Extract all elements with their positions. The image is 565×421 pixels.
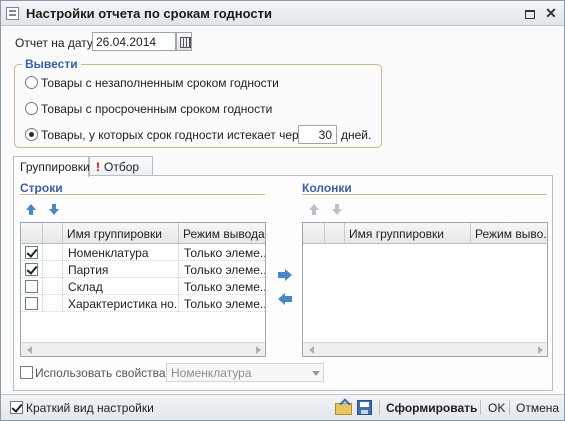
- close-button[interactable]: ✕: [542, 4, 560, 22]
- move-up-icon[interactable]: [308, 204, 320, 216]
- move-right-icon[interactable]: [278, 269, 292, 281]
- warning-icon: !: [96, 160, 100, 174]
- row-group-name: Характеристика но...: [63, 295, 179, 312]
- properties-select-value: Номенклатура: [171, 366, 252, 380]
- radio-no-expiry-label[interactable]: Товары с незаполненным сроком годности: [41, 76, 279, 90]
- properties-select[interactable]: Номенклатура: [166, 363, 324, 382]
- generate-button[interactable]: Сформировать: [386, 401, 477, 415]
- header-check-column: [303, 223, 325, 244]
- tab-groupings-label: Группировки: [20, 160, 90, 174]
- report-date-input[interactable]: 26.04.2014: [92, 32, 176, 51]
- radio-expired[interactable]: [25, 102, 38, 115]
- short-view-checkbox[interactable]: [10, 401, 23, 414]
- toolbar-separator: [509, 400, 510, 415]
- chevron-down-icon: [312, 371, 320, 376]
- move-left-icon[interactable]: [278, 293, 292, 305]
- days-unit-label: дней.: [341, 128, 372, 142]
- header-group-name[interactable]: Имя группировки: [63, 223, 179, 244]
- ok-button[interactable]: OK: [488, 401, 505, 415]
- close-icon: ✕: [545, 5, 557, 21]
- window-title: Настройки отчета по срокам годности: [26, 6, 272, 21]
- move-down-icon[interactable]: [331, 204, 343, 216]
- row-output-mode: Только элеме...: [179, 244, 265, 261]
- row-checkbox[interactable]: [25, 297, 38, 310]
- row-checkbox[interactable]: [25, 280, 38, 293]
- bottom-bar: Краткий вид настройки Сформировать OK От…: [1, 394, 564, 420]
- list-icon: [6, 7, 19, 20]
- tab-filter[interactable]: ! Отбор: [89, 156, 153, 176]
- scroll-right-icon[interactable]: [256, 346, 261, 354]
- use-properties-checkbox[interactable]: [20, 366, 33, 379]
- header-output-mode[interactable]: Режим выво...: [471, 223, 547, 244]
- radio-expiring-in[interactable]: [25, 128, 38, 141]
- radio-no-expiry[interactable]: [25, 76, 38, 89]
- title-bar: Настройки отчета по срокам годности ✕: [1, 1, 564, 26]
- columns-table[interactable]: Имя группировки Режим выво...: [302, 222, 548, 357]
- header-blank-column: [325, 223, 345, 244]
- rows-section-title: Строки: [20, 181, 63, 195]
- rows-section-divider: [20, 194, 265, 195]
- scroll-left-icon[interactable]: [309, 346, 314, 354]
- report-settings-window: Настройки отчета по срокам годности ✕ От…: [0, 0, 565, 421]
- table-row[interactable]: Характеристика но... Только элеме...: [21, 295, 265, 312]
- columns-table-header: Имя группировки Режим выво...: [303, 223, 547, 244]
- scroll-left-icon[interactable]: [27, 346, 32, 354]
- report-date-label: Отчет на дату:: [15, 36, 97, 50]
- table-row[interactable]: Партия Только элеме...: [21, 261, 265, 278]
- days-input[interactable]: 30: [298, 125, 337, 144]
- header-check-column: [21, 223, 43, 244]
- tab-filter-label: Отбор: [104, 160, 140, 174]
- rows-table-header: Имя группировки Режим вывода: [21, 223, 265, 244]
- cancel-button[interactable]: Отмена: [516, 401, 559, 415]
- header-output-mode[interactable]: Режим вывода: [179, 223, 265, 244]
- rows-table[interactable]: Имя группировки Режим вывода Номенклатур…: [20, 222, 266, 357]
- maximize-button[interactable]: [521, 4, 539, 22]
- columns-section-divider: [302, 194, 547, 195]
- short-view-label[interactable]: Краткий вид настройки: [26, 401, 154, 415]
- rows-table-scrollbar[interactable]: [21, 342, 265, 356]
- move-down-icon[interactable]: [48, 204, 60, 216]
- use-properties-label[interactable]: Использовать свойства: [35, 366, 166, 380]
- header-group-name[interactable]: Имя группировки: [345, 223, 471, 244]
- row-group-name: Склад: [63, 278, 179, 295]
- row-group-name: Партия: [63, 261, 179, 278]
- toolbar-separator: [480, 400, 481, 415]
- columns-table-scrollbar[interactable]: [303, 342, 547, 356]
- row-output-mode: Только элеме...: [179, 278, 265, 295]
- maximize-icon: [525, 9, 535, 19]
- row-output-mode: Только элеме...: [179, 261, 265, 278]
- save-settings-icon[interactable]: [357, 400, 372, 415]
- move-up-icon[interactable]: [25, 204, 37, 216]
- row-output-mode: Только элеме...: [179, 295, 265, 312]
- radio-expiring-in-label[interactable]: Товары, у которых срок годности истекает…: [41, 128, 314, 142]
- row-checkbox[interactable]: [25, 246, 38, 259]
- table-row[interactable]: Номенклатура Только элеме...: [21, 244, 265, 261]
- open-settings-icon[interactable]: [335, 400, 352, 415]
- output-group-title: Вывести: [22, 57, 81, 71]
- toolbar-separator: [379, 400, 380, 415]
- radio-expired-label[interactable]: Товары с просроченным сроком годности: [41, 102, 272, 116]
- calendar-button[interactable]: [176, 32, 192, 51]
- row-checkbox[interactable]: [25, 263, 38, 276]
- scroll-right-icon[interactable]: [538, 346, 543, 354]
- row-group-name: Номенклатура: [63, 244, 179, 261]
- header-blank-column: [43, 223, 63, 244]
- columns-section-title: Колонки: [302, 181, 352, 195]
- tab-groupings[interactable]: Группировки: [13, 156, 90, 177]
- table-row[interactable]: Склад Только элеме...: [21, 278, 265, 295]
